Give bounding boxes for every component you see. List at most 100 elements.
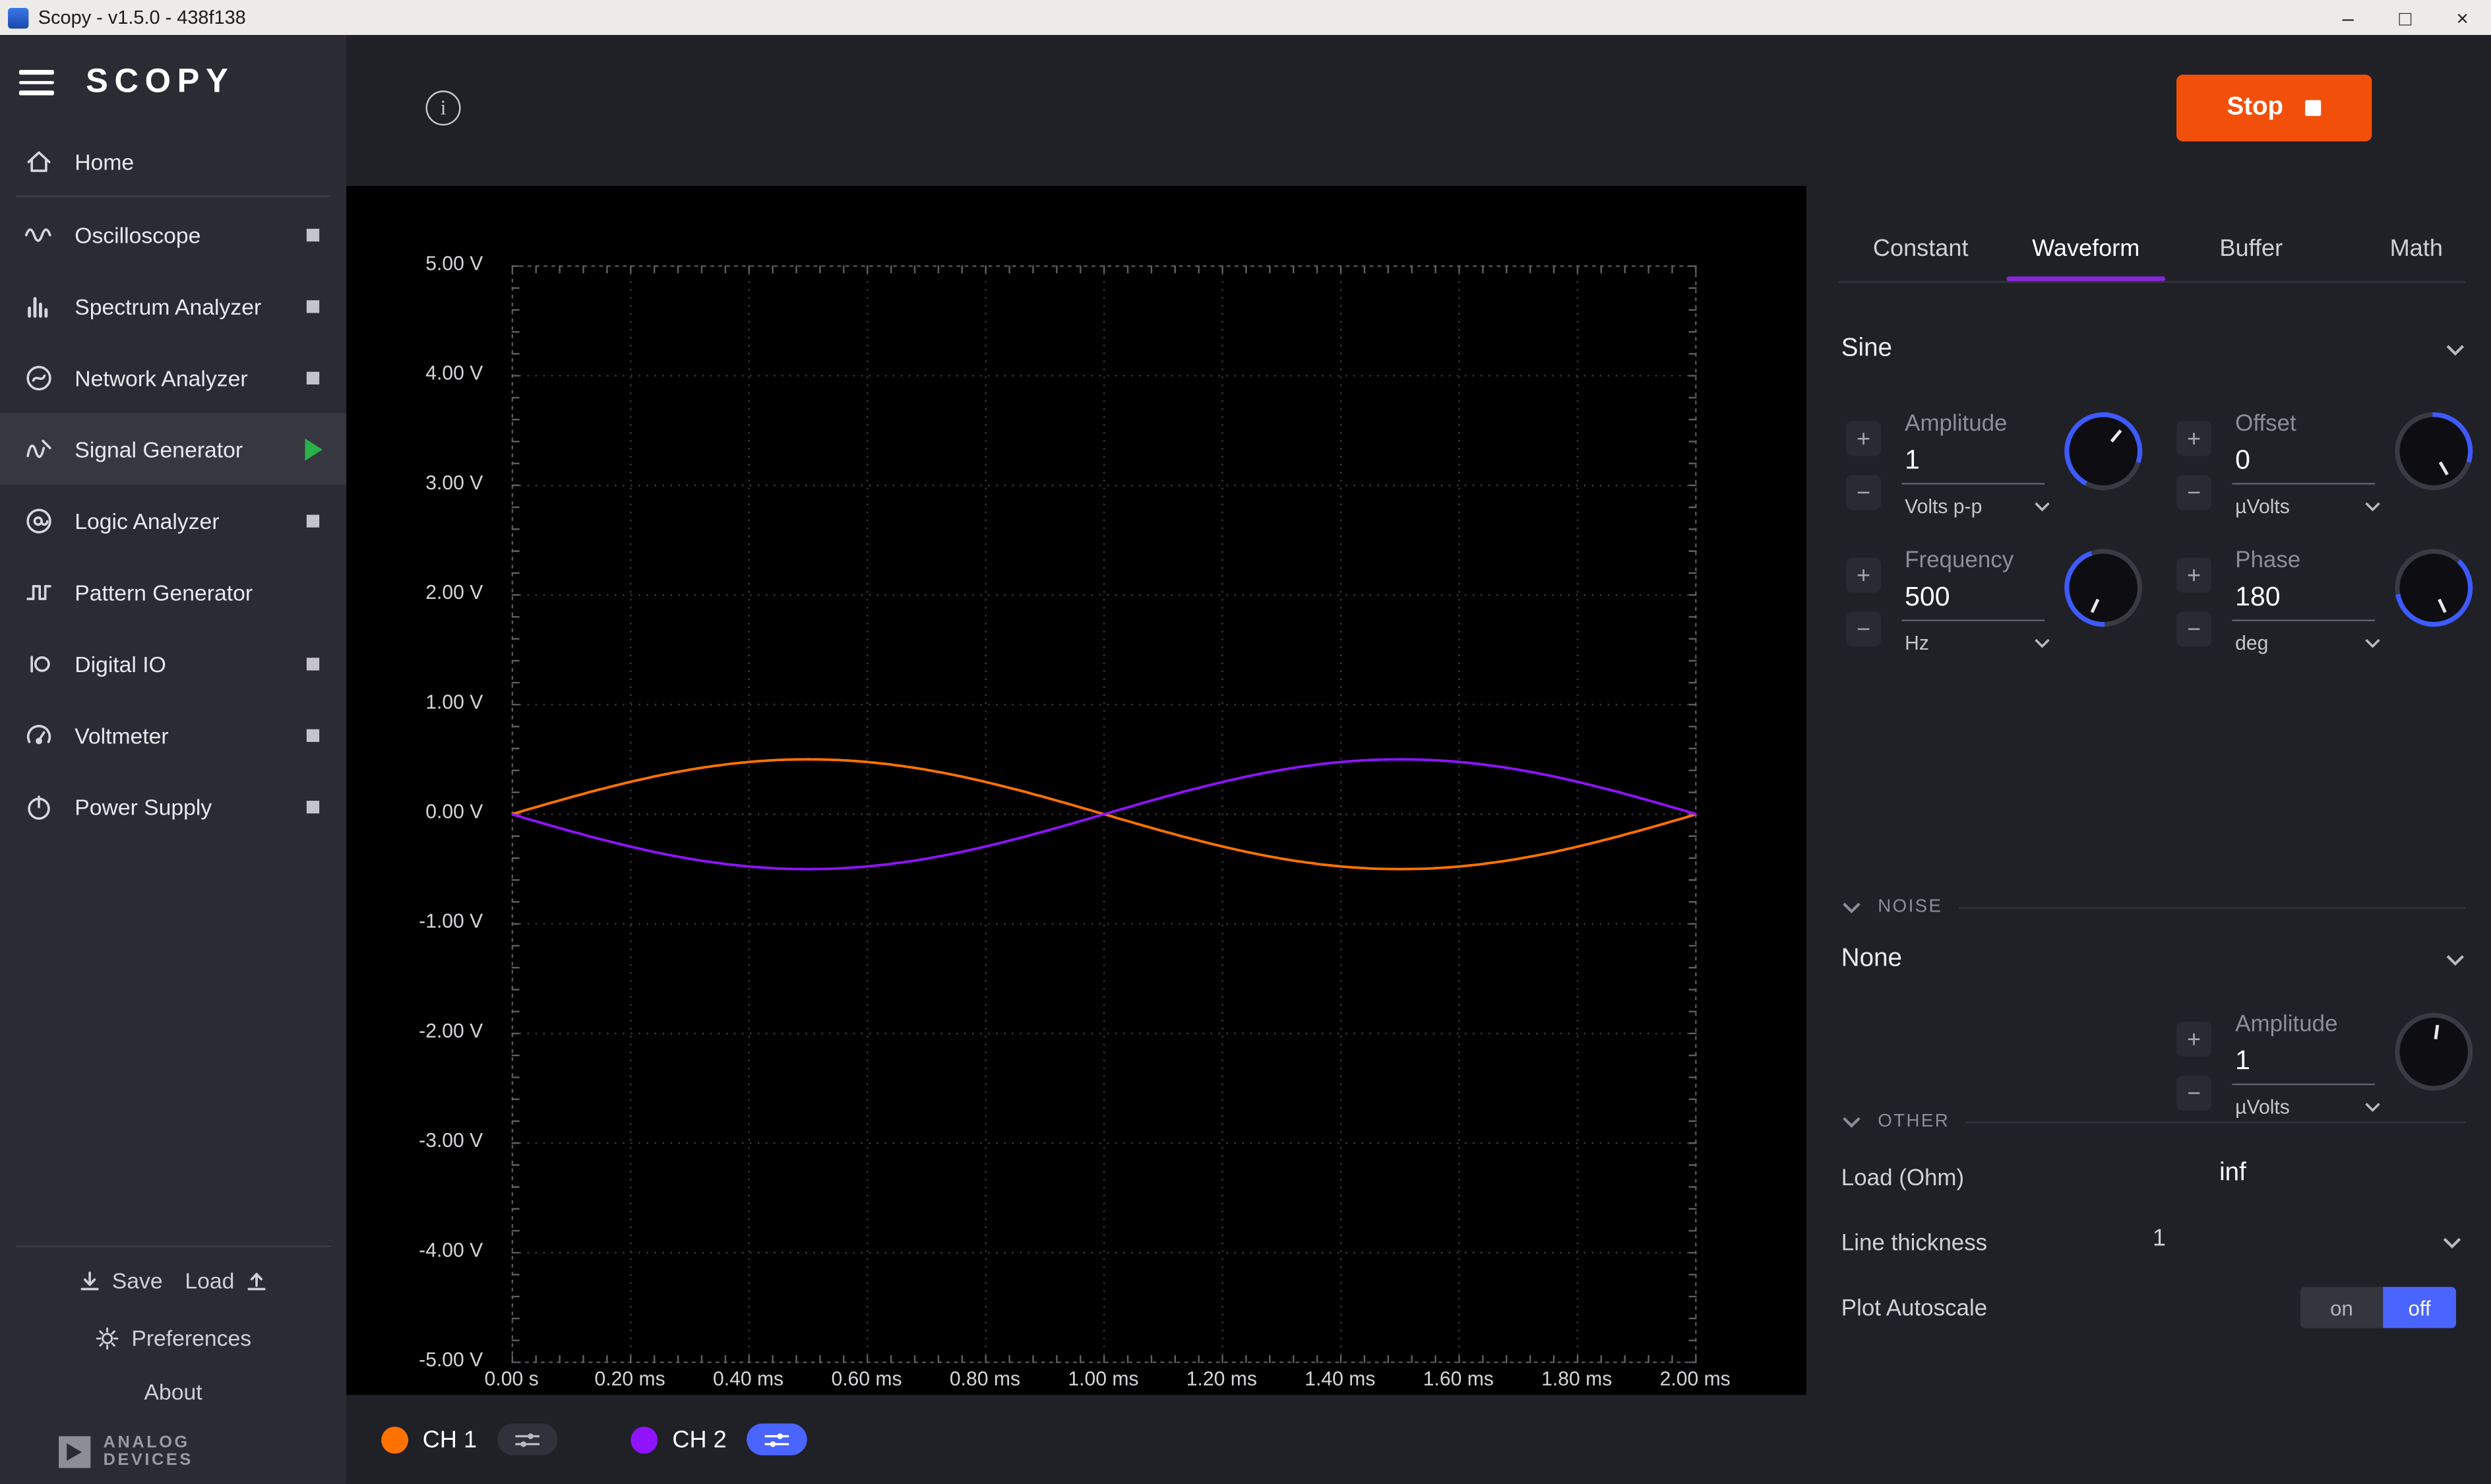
phase-increment-button[interactable]: + (2176, 557, 2211, 592)
ch2-settings-button[interactable] (747, 1423, 808, 1455)
save-icon (80, 1270, 101, 1291)
amplitude-unit-select[interactable]: Volts p-p (1905, 496, 2051, 518)
preferences-button[interactable]: Preferences (0, 1313, 346, 1363)
stop-label: Stop (2227, 94, 2283, 122)
phase-decrement-button[interactable]: − (2176, 611, 2211, 646)
autoscale-label: Plot Autoscale (1841, 1297, 1987, 1322)
tab-math[interactable]: Math (2337, 221, 2491, 275)
offset-label: Offset (2235, 412, 2296, 437)
offset-decrement-button[interactable]: − (2176, 475, 2211, 510)
gear-icon (95, 1326, 119, 1349)
amplitude-decrement-button[interactable]: − (1846, 475, 1881, 510)
sidebar-item-voltmeter[interactable]: Voltmeter (0, 699, 346, 770)
sidebar-item-spectrum-analyzer[interactable]: Spectrum Analyzer (0, 270, 346, 341)
analog-devices-logo: ANALOG DEVICES (0, 1420, 346, 1483)
signal-plot: 5.00 V4.00 V3.00 V2.00 V1.00 V0.00 V-1.0… (346, 186, 1806, 1395)
other-section-header[interactable]: OTHER (1841, 1109, 2466, 1134)
channel-bar: CH 1 CH 2 (346, 1395, 1806, 1484)
tab-waveform[interactable]: Waveform (2006, 221, 2165, 275)
x-tick-label: 0.20 ms (595, 1368, 665, 1390)
stop-icon (2306, 100, 2322, 116)
frequency-knob[interactable] (2060, 545, 2146, 631)
noise-amplitude-increment-button[interactable]: + (2176, 1022, 2211, 1057)
sidebar-item-label: Power Supply (75, 793, 212, 819)
offset-control: + − Offset 0 µVolts (2172, 412, 2476, 551)
ch1-settings-button[interactable] (497, 1423, 558, 1455)
noise-section-header[interactable]: NOISE (1841, 894, 2466, 920)
chevron-down-icon (2442, 1236, 2462, 1251)
save-button[interactable]: Save (80, 1268, 163, 1293)
offset-knob[interactable] (2391, 408, 2476, 494)
stopped-indicator (307, 657, 319, 669)
other-section-label: OTHER (1878, 1112, 1950, 1131)
tab-buffer[interactable]: Buffer (2172, 221, 2331, 275)
maximize-button[interactable]: □ (2377, 0, 2434, 35)
noise-type-select[interactable]: None (1841, 936, 2466, 983)
minimize-button[interactable]: – (2320, 0, 2377, 35)
load-icon (245, 1270, 266, 1291)
about-button[interactable]: About (0, 1363, 346, 1421)
sidebar-item-oscilloscope[interactable]: Oscilloscope (0, 199, 346, 270)
stopped-indicator (307, 514, 319, 526)
sidebar-item-label: Logic Analyzer (75, 508, 219, 534)
ch2-label: CH 2 (672, 1426, 726, 1453)
offset-value[interactable]: 0 (2235, 445, 2250, 476)
chevron-down-icon (2033, 637, 2050, 650)
frequency-increment-button[interactable]: + (1846, 557, 1881, 592)
stop-button[interactable]: Stop (2176, 75, 2372, 141)
waveform-type-select[interactable]: Sine (1841, 326, 2466, 373)
chevron-down-icon (2445, 342, 2465, 357)
sidebar: SCOPY Home Oscilloscope Spectrum Analyze… (0, 35, 346, 1484)
sidebar-item-home[interactable]: Home (0, 131, 346, 194)
sidebar-item-label: Voltmeter (75, 722, 168, 748)
tab-constant[interactable]: Constant (1841, 221, 2000, 275)
offset-unit-select[interactable]: µVolts (2235, 496, 2382, 518)
sidebar-item-label: Oscilloscope (75, 222, 200, 247)
sidebar-item-power-supply[interactable]: Power Supply (0, 770, 346, 842)
sidebar-item-network-analyzer[interactable]: Network Analyzer (0, 342, 346, 413)
phase-knob[interactable] (2391, 545, 2476, 631)
amplitude-increment-button[interactable]: + (1846, 421, 1881, 456)
sidebar-item-pattern-generator[interactable]: Pattern Generator (0, 556, 346, 627)
sidebar-item-signal-generator[interactable]: Signal Generator (0, 413, 346, 484)
phase-unit-select[interactable]: deg (2235, 633, 2382, 655)
adi-triangle-icon (57, 1435, 92, 1469)
pattern-generator-icon (20, 576, 57, 607)
frequency-control: + − Frequency 500 Hz (1841, 548, 2146, 688)
about-label: About (144, 1379, 202, 1405)
power-supply-icon (20, 790, 57, 822)
stopped-indicator (307, 228, 319, 241)
offset-increment-button[interactable]: + (2176, 421, 2211, 456)
x-tick-label: 1.80 ms (1541, 1368, 1612, 1390)
noise-amplitude-knob[interactable] (2391, 1009, 2476, 1095)
sidebar-item-logic-analyzer[interactable]: Logic Analyzer (0, 485, 346, 556)
chevron-down-icon (2364, 637, 2381, 650)
spectrum-analyzer-icon (20, 290, 57, 322)
phase-label: Phase (2235, 548, 2300, 574)
close-button[interactable]: × (2434, 0, 2491, 35)
ch1-dot[interactable] (381, 1426, 408, 1453)
amplitude-knob[interactable] (2060, 408, 2146, 494)
noise-amplitude-decrement-button[interactable]: − (2176, 1076, 2211, 1111)
ch2-dot[interactable] (631, 1426, 658, 1453)
autoscale-on[interactable]: on (2300, 1287, 2383, 1328)
load-button[interactable]: Load (185, 1268, 266, 1293)
noise-section-label: NOISE (1878, 898, 1942, 917)
menu-icon[interactable] (19, 71, 54, 95)
frequency-value[interactable]: 500 (1905, 582, 1950, 613)
preferences-label: Preferences (131, 1325, 251, 1351)
autoscale-off[interactable]: off (2383, 1287, 2456, 1328)
amplitude-value[interactable]: 1 (1905, 445, 1920, 476)
waveform-type-value: Sine (1841, 335, 1892, 363)
load-input[interactable]: inf (2219, 1159, 2246, 1188)
x-tick-label: 0.40 ms (713, 1368, 784, 1390)
voltmeter-icon (20, 719, 57, 751)
noise-amplitude-value[interactable]: 1 (2235, 1045, 2250, 1077)
frequency-unit-select[interactable]: Hz (1905, 633, 2051, 655)
info-icon[interactable]: i (426, 90, 461, 125)
frequency-decrement-button[interactable]: − (1846, 611, 1881, 646)
line-thickness-select[interactable]: 1 (2153, 1225, 2166, 1252)
sidebar-item-digital-io[interactable]: Digital IO (0, 627, 346, 698)
value-underline (1901, 619, 2045, 621)
phase-value[interactable]: 180 (2235, 582, 2280, 613)
